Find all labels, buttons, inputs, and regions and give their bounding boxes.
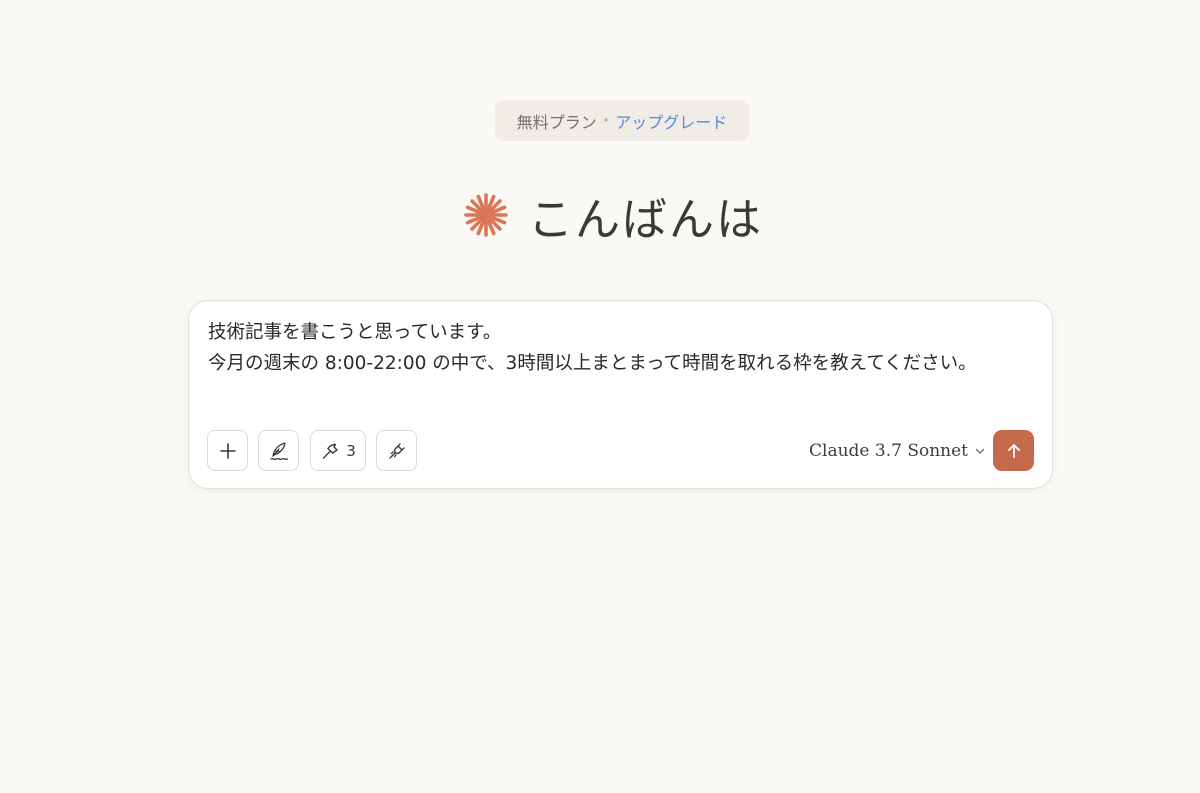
tools-button[interactable]: 3 [310,430,366,471]
model-selector[interactable]: Claude 3.7 Sonnet [809,431,986,471]
arrow-up-icon [1007,443,1020,458]
plan-badge: 無料プラン • アップグレード [495,100,749,141]
claude-starburst-icon [464,193,508,237]
message-composer: 技術記事を書こうと思っています。 今月の週末の 8:00-22:00 の中で、3… [188,300,1053,489]
plan-name: 無料プラン [516,112,597,132]
model-name: Claude 3.7 Sonnet [809,441,968,461]
greeting-text: こんばんは [528,192,764,246]
style-button[interactable] [258,430,299,471]
send-button[interactable] [993,430,1034,471]
message-input[interactable]: 技術記事を書こうと思っています。 今月の週末の 8:00-22:00 の中で、3… [208,317,1018,379]
chevron-down-icon [975,448,985,454]
hammer-icon [323,443,338,459]
plus-icon [219,442,236,459]
greeting: こんばんは [462,180,763,250]
integrations-button[interactable] [376,430,417,471]
plan-separator: • [602,114,610,127]
tools-count: 3 [346,441,356,460]
plug-icon [388,442,405,459]
upgrade-link[interactable]: アップグレード [615,109,727,133]
add-content-button[interactable] [207,430,248,471]
feather-pen-icon [269,441,288,460]
